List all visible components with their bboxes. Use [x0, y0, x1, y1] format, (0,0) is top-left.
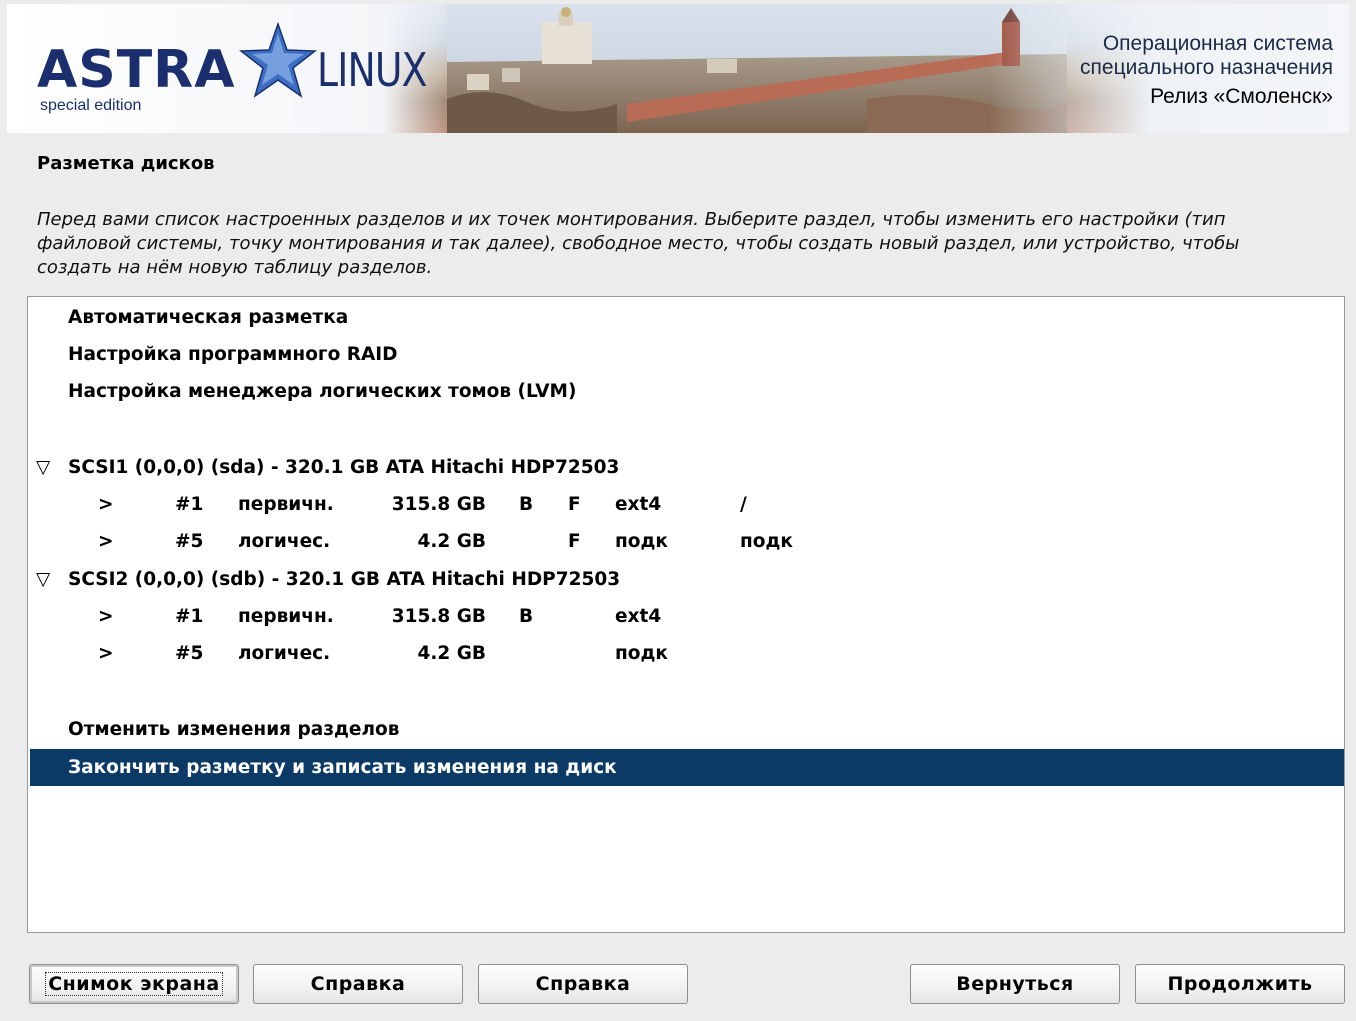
partition-type: первичн. [238, 606, 334, 627]
partition-type: первичн. [238, 494, 334, 515]
back-button[interactable]: Вернуться [910, 964, 1120, 1004]
partition-size: 4.2 GB [417, 643, 487, 664]
tagline-line1: Операционная система [1102, 32, 1333, 55]
logo-edition-text: special edition [40, 97, 142, 114]
partition-arrow-icon: > [98, 606, 114, 627]
partition-arrow-icon: > [98, 494, 114, 515]
partition-type: логичес. [238, 531, 331, 552]
partition-size: 4.2 GB [417, 531, 487, 552]
list-item-software-raid[interactable]: Настройка программного RAID [30, 336, 1344, 373]
partition-boot-flag: B [519, 606, 534, 627]
list-item-label: Закончить разметку и записать изменения … [68, 757, 617, 778]
partition-size: 315.8 GB [391, 494, 486, 515]
partition-format-flag: F [568, 531, 581, 552]
partition-type: логичес. [238, 643, 331, 664]
logo-astra-text: ASTRA [37, 40, 236, 100]
partition-number: #1 [175, 494, 204, 515]
logo-star-icon [239, 22, 317, 98]
release-name: Релиз «Смоленск» [1150, 85, 1333, 108]
partition-list[interactable]: Автоматическая разметка Настройка програ… [27, 296, 1345, 933]
list-item-lvm[interactable]: Настройка менеджера логических томов (LV… [30, 373, 1344, 410]
partition-arrow-icon: > [98, 531, 114, 552]
list-item-label: Настройка менеджера логических томов (LV… [68, 381, 577, 402]
list-item-label: Настройка программного RAID [68, 344, 398, 365]
partition-size: 315.8 GB [391, 606, 486, 627]
partition-boot-flag: B [519, 494, 534, 515]
expand-triangle-icon[interactable]: ▽ [36, 449, 50, 486]
page-description: Перед вами список настроенных разделов и… [37, 209, 1240, 278]
disk-label: SCSI1 (0,0,0) (sda) - 320.1 GB ATA Hitac… [68, 457, 620, 478]
disk-row-sda[interactable]: ▽ SCSI1 (0,0,0) (sda) - 320.1 GB ATA Hit… [30, 449, 1344, 486]
partition-row[interactable]: > #5 логичес. 4.2 GB F подк подк [30, 523, 1344, 560]
header-banner: ASTRA LINUX special edition Операционная… [7, 4, 1349, 133]
city-panorama-image [447, 4, 1067, 133]
partition-row[interactable]: > #1 первичн. 315.8 GB B ext4 [30, 598, 1344, 635]
partition-row[interactable]: > #1 первичн. 315.8 GB B F ext4 / [30, 486, 1344, 523]
button-label: Справка [535, 973, 631, 995]
button-label: Продолжить [1167, 973, 1313, 995]
tagline-line2: специального назначения [1080, 56, 1333, 79]
list-item-label: Автоматическая разметка [68, 307, 349, 328]
button-label: Справка [310, 973, 406, 995]
partition-filesystem: ext4 [615, 606, 662, 627]
help-button-2[interactable]: Справка [478, 964, 688, 1004]
partition-number: #1 [175, 606, 204, 627]
partition-mountpoint: / [740, 494, 747, 515]
disk-row-sdb[interactable]: ▽ SCSI2 (0,0,0) (sdb) - 320.1 GB ATA Hit… [30, 561, 1344, 598]
partition-number: #5 [175, 643, 204, 664]
partition-mountpoint: подк [740, 531, 793, 552]
list-item-label: Отменить изменения разделов [68, 719, 400, 740]
logo-linux-text: LINUX [317, 43, 428, 97]
list-item-auto-partition[interactable]: Автоматическая разметка [30, 299, 1344, 336]
partition-filesystem: подк [615, 531, 668, 552]
button-label: Вернуться [956, 973, 1074, 995]
partition-filesystem: ext4 [615, 494, 662, 515]
list-item-undo-changes[interactable]: Отменить изменения разделов [30, 711, 1344, 748]
button-label: Снимок экрана [45, 972, 223, 996]
partition-row[interactable]: > #5 логичес. 4.2 GB подк [30, 635, 1344, 672]
disk-label: SCSI2 (0,0,0) (sdb) - 320.1 GB ATA Hitac… [68, 569, 621, 590]
partition-number: #5 [175, 531, 204, 552]
help-button[interactable]: Справка [253, 964, 463, 1004]
continue-button[interactable]: Продолжить [1135, 964, 1345, 1004]
partition-filesystem: подк [615, 643, 668, 664]
expand-triangle-icon[interactable]: ▽ [36, 561, 50, 598]
list-item-finish-partitioning[interactable]: Закончить разметку и записать изменения … [30, 749, 1344, 786]
partition-format-flag: F [568, 494, 581, 515]
screenshot-button[interactable]: Снимок экрана [29, 964, 239, 1004]
tagline: Операционная система специального назнач… [1080, 32, 1333, 112]
partition-arrow-icon: > [98, 643, 114, 664]
page-title: Разметка дисков [37, 153, 215, 174]
